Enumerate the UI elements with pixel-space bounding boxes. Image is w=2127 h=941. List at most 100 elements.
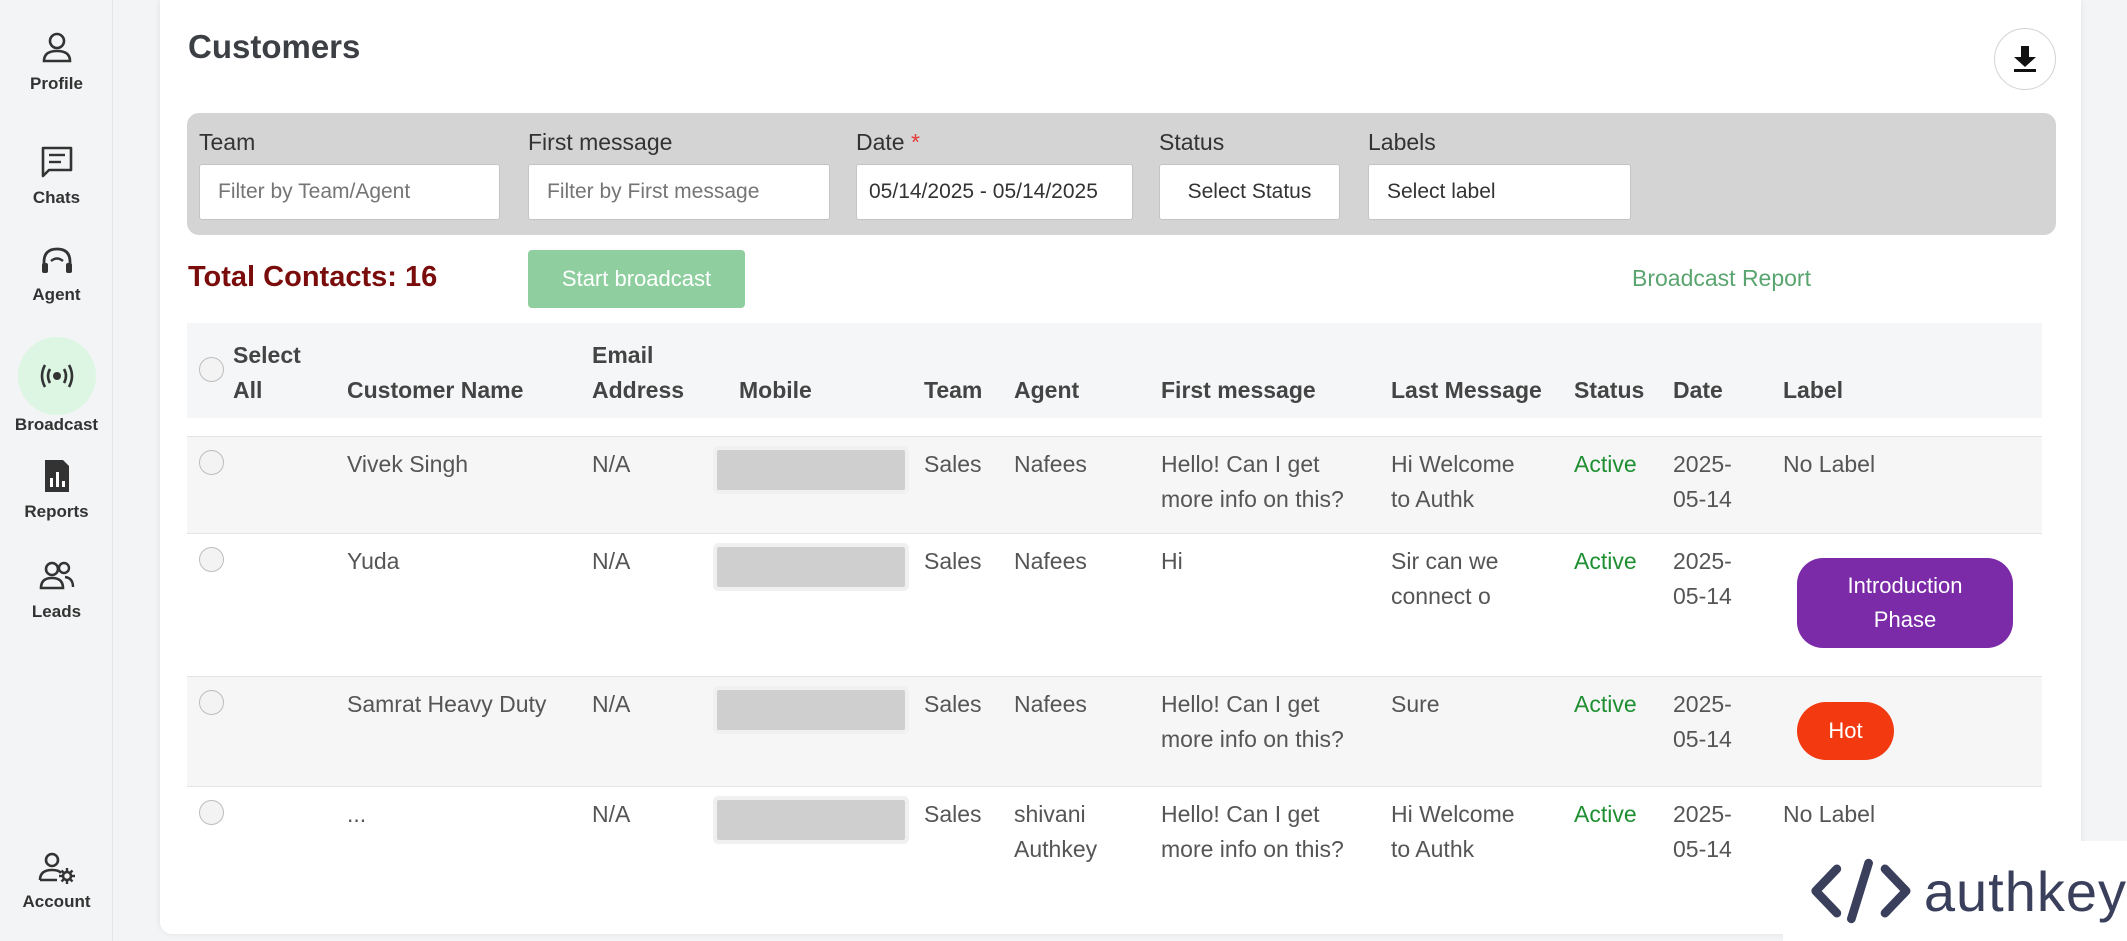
- date-cell: 2025- 05-14: [1673, 687, 1732, 757]
- table-row[interactable]: Vivek Singh N/A Sales Nafees Hello! Can …: [187, 436, 2042, 534]
- status-select[interactable]: Select Status: [1159, 164, 1340, 220]
- agent-line1: shivani: [1014, 801, 1086, 827]
- sidebar-item-broadcast[interactable]: Broadcast: [0, 337, 113, 435]
- header-mobile: Mobile: [739, 377, 812, 403]
- status-cell: Active: [1574, 801, 1637, 827]
- sidebar-item-leads[interactable]: Leads: [0, 556, 113, 622]
- agent-cell: Nafees: [1014, 687, 1087, 722]
- label-badge-introduction-phase[interactable]: Introduction Phase: [1797, 558, 2013, 648]
- last-message-cell: Hi Welcome to Authk: [1391, 447, 1515, 517]
- sidebar-item-label: Leads: [31, 602, 82, 621]
- sidebar-item-label: Agent: [32, 285, 81, 304]
- date-range-input[interactable]: 05/14/2025 - 05/14/2025: [856, 164, 1133, 220]
- download-button[interactable]: [1994, 28, 2056, 90]
- customers-table: Select All Customer Name Email Address M…: [187, 323, 2042, 883]
- header-email: Email Address: [592, 338, 684, 408]
- select-all-radio[interactable]: [199, 357, 224, 382]
- last-message-cell: Hi Welcome to Authk: [1391, 797, 1515, 867]
- team-cell: Sales: [924, 548, 982, 574]
- team-filter-input[interactable]: [199, 164, 500, 220]
- label-cell: No Label: [1783, 801, 1876, 827]
- status-cell: Active: [1574, 451, 1637, 477]
- last-line1: Sure: [1391, 691, 1440, 717]
- date-cell: 2025- 05-14: [1673, 447, 1732, 517]
- email-address: N/A: [592, 691, 631, 717]
- table-header: Select All Customer Name Email Address M…: [187, 323, 2042, 418]
- first-message-cell: Hi: [1161, 544, 1183, 579]
- account-settings-icon: [38, 852, 75, 884]
- sidebar-item-chats[interactable]: Chats: [0, 142, 113, 208]
- last-line1: Hi Welcome: [1391, 801, 1515, 827]
- sidebar-item-account[interactable]: Account: [0, 848, 113, 912]
- date-cell: 2025- 05-14: [1673, 797, 1732, 867]
- first-line1: Hello! Can I get: [1161, 451, 1320, 477]
- first-message-cell: Hello! Can I get more info on this?: [1161, 447, 1344, 517]
- email-address: N/A: [592, 548, 631, 574]
- header-email-line2: Address: [592, 377, 685, 403]
- row-select-radio[interactable]: [199, 800, 224, 825]
- last-line2: connect o: [1391, 583, 1491, 609]
- first-message-cell: Hello! Can I get more info on this?: [1161, 797, 1344, 867]
- labels-filter-label: Labels: [1368, 129, 1436, 155]
- label-badge-hot[interactable]: Hot: [1797, 702, 1894, 760]
- date-line1: 2025-: [1673, 691, 1732, 717]
- header-customer-name: Customer Name: [347, 377, 524, 403]
- code-brackets-icon: [1811, 858, 1911, 924]
- table-row[interactable]: Yuda N/A Sales Nafees Hi Sir can we conne…: [187, 533, 2042, 677]
- first-line1: Hello! Can I get: [1161, 691, 1320, 717]
- date-line2: 05-14: [1673, 486, 1732, 512]
- first-line2: more info on this?: [1161, 726, 1344, 752]
- status-cell: Active: [1574, 548, 1637, 574]
- mobile-redacted: [717, 690, 905, 730]
- sidebar-item-label: Profile: [30, 74, 83, 93]
- table-row[interactable]: ... N/A Sales shivani Authkey Hello! Can …: [187, 786, 2042, 883]
- agent-line1: Nafees: [1014, 548, 1087, 574]
- table-row[interactable]: Samrat Heavy Duty N/A Sales Nafees Hello…: [187, 676, 2042, 787]
- first-line2: more info on this?: [1161, 486, 1344, 512]
- chat-icon: [41, 146, 72, 178]
- first-message-filter-input[interactable]: [528, 164, 830, 220]
- headset-icon: [41, 247, 72, 273]
- date-line2: 05-14: [1673, 836, 1732, 862]
- first-line1: Hello! Can I get: [1161, 801, 1320, 827]
- header-select-line2: All: [233, 377, 263, 403]
- broadcast-report-link[interactable]: Broadcast Report: [1632, 265, 1811, 292]
- sidebar-item-label: Broadcast: [14, 415, 99, 434]
- customer-name: ...: [347, 801, 367, 827]
- agent-line2: Authkey: [1014, 836, 1098, 862]
- last-message-cell: Sir can we connect o: [1391, 544, 1498, 614]
- status-cell: Active: [1574, 691, 1637, 717]
- row-select-radio[interactable]: [199, 690, 224, 715]
- person-icon: [42, 32, 71, 63]
- agent-cell: shivani Authkey: [1014, 797, 1097, 867]
- start-broadcast-button[interactable]: Start broadcast: [528, 250, 745, 308]
- date-line2: 05-14: [1673, 583, 1732, 609]
- label-select[interactable]: Select label: [1368, 164, 1631, 220]
- sidebar-item-reports[interactable]: Reports: [0, 456, 113, 522]
- row-select-radio[interactable]: [199, 547, 224, 572]
- agent-cell: Nafees: [1014, 544, 1087, 579]
- date-line2: 05-14: [1673, 726, 1732, 752]
- customers-card: Customers Team First message Date * 05/1…: [160, 0, 2081, 934]
- header-agent: Agent: [1014, 377, 1080, 403]
- download-icon: [2014, 46, 2036, 72]
- last-message-cell: Sure: [1391, 687, 1440, 722]
- page-title: Customers: [188, 28, 361, 65]
- sidebar-item-agent[interactable]: Agent: [0, 243, 113, 305]
- first-message-filter-label: First message: [528, 129, 673, 155]
- email-address: N/A: [592, 801, 631, 827]
- email-address: N/A: [592, 451, 631, 477]
- sidebar-item-profile[interactable]: Profile: [0, 28, 113, 94]
- row-select-radio[interactable]: [199, 450, 224, 475]
- people-icon: [39, 561, 74, 590]
- header-team: Team: [924, 377, 983, 403]
- first-line1: Hi: [1161, 548, 1183, 574]
- customer-name: Vivek Singh: [347, 451, 469, 477]
- header-date: Date: [1673, 377, 1723, 403]
- customer-name: Samrat Heavy Duty: [347, 691, 547, 717]
- first-line2: more info on this?: [1161, 836, 1344, 862]
- header-email-line1: Email: [592, 342, 654, 368]
- authkey-logo: authkey: [1783, 841, 2127, 941]
- sidebar-item-label: Reports: [24, 502, 89, 521]
- date-filter-label: Date *: [856, 129, 920, 156]
